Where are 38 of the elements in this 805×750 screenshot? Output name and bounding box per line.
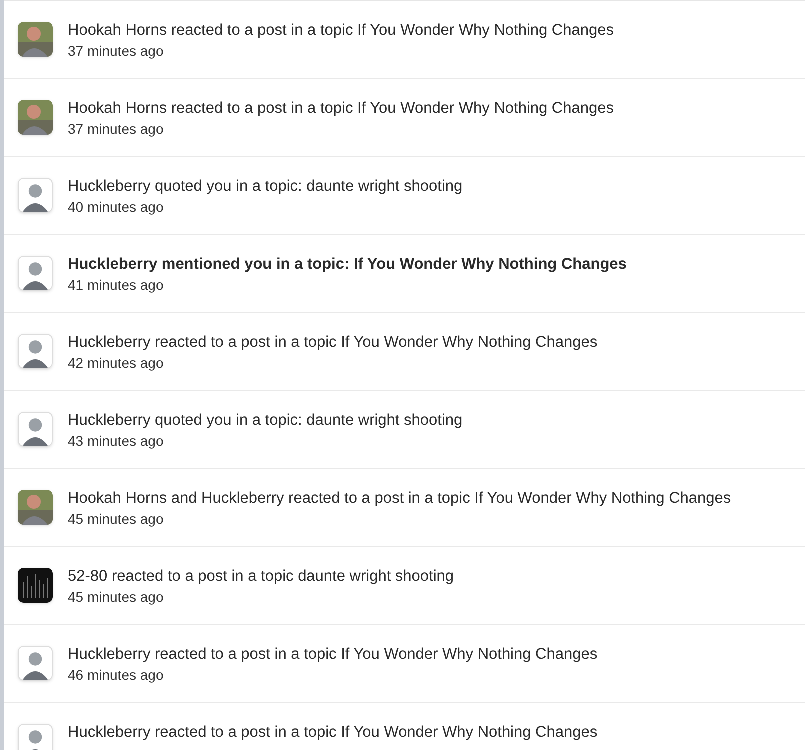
timestamp: 45 minutes ago <box>68 588 165 607</box>
notification-text: Huckleberry reacted to a post in a topic If You Wonder Why Nothing Changes <box>68 333 598 353</box>
avatar-silhouette-icon <box>18 412 53 447</box>
notification-text: Huckleberry quoted you in a topic: daunte wright shooting <box>68 411 463 431</box>
notification-item[interactable]: Huckleberry reacted to a post in a topic If You Wonder Why Nothing Changes 42 minutes ago <box>4 313 805 391</box>
notification-text: Hookah Horns reacted to a post in a topic If You Wonder Why Nothing Changes <box>68 99 614 119</box>
avatar-silhouette-icon <box>18 178 53 213</box>
notification-item[interactable]: Hookah Horns reacted to a post in a topic If You Wonder Why Nothing Changes 37 minutes ago <box>4 79 805 157</box>
avatar-silhouette-icon <box>18 334 53 369</box>
notification-text: Huckleberry reacted to a post in a topic If You Wonder Why Nothing Changes <box>68 723 598 743</box>
timestamp: 43 minutes ago <box>68 432 165 451</box>
timestamp: 37 minutes ago <box>68 120 165 139</box>
notification-item[interactable]: Hookah Horns and Huckleberry reacted to a post in a topic If You Wonder Why Nothing Changes 45 minutes ago <box>4 469 805 547</box>
notification-item[interactable]: Huckleberry mentioned you in a topic: If You Wonder Why Nothing Changes 41 minutes ago <box>4 235 805 313</box>
photo-placeholder <box>18 568 53 603</box>
timestamp: 41 minutes ago <box>68 276 165 295</box>
notification-item[interactable]: Hookah Horns reacted to a post in a topic If You Wonder Why Nothing Changes 37 minutes ago <box>4 1 805 79</box>
photo-placeholder <box>18 22 53 57</box>
notification-text: Huckleberry mentioned you in a topic: If You Wonder Why Nothing Changes <box>68 255 627 275</box>
avatar-silhouette-icon <box>18 646 53 681</box>
timestamp: 40 minutes ago <box>68 198 165 217</box>
notification-item[interactable]: Huckleberry reacted to a post in a topic If You Wonder Why Nothing Changes <box>4 703 805 750</box>
timestamp: 42 minutes ago <box>68 354 165 373</box>
notification-text: Huckleberry quoted you in a topic: daunte wright shooting <box>68 177 463 197</box>
notification-text: 52-80 reacted to a post in a topic daunte wright shooting <box>68 567 454 587</box>
photo-placeholder <box>18 100 53 135</box>
timestamp: 37 minutes ago <box>68 42 165 61</box>
notification-text: Huckleberry reacted to a post in a topic If You Wonder Why Nothing Changes <box>68 645 598 665</box>
photo-placeholder <box>18 490 53 525</box>
timestamp: 45 minutes ago <box>68 510 165 529</box>
notification-item[interactable]: Huckleberry reacted to a post in a topic If You Wonder Why Nothing Changes 46 minutes ago <box>4 625 805 703</box>
notification-item[interactable]: Huckleberry quoted you in a topic: daunte wright shooting 40 minutes ago <box>4 157 805 235</box>
notification-text: Hookah Horns and Huckleberry reacted to a post in a topic If You Wonder Why Nothing Changes <box>68 489 732 509</box>
notification-item[interactable]: 52-80 reacted to a post in a topic daunte wright shooting 45 minutes ago <box>4 547 805 625</box>
avatar-silhouette-icon <box>18 256 53 291</box>
notification-item[interactable]: Huckleberry quoted you in a topic: daunte wright shooting 43 minutes ago <box>4 391 805 469</box>
timestamp: 46 minutes ago <box>68 666 165 685</box>
notification-text: Hookah Horns reacted to a post in a topic If You Wonder Why Nothing Changes <box>68 21 614 41</box>
